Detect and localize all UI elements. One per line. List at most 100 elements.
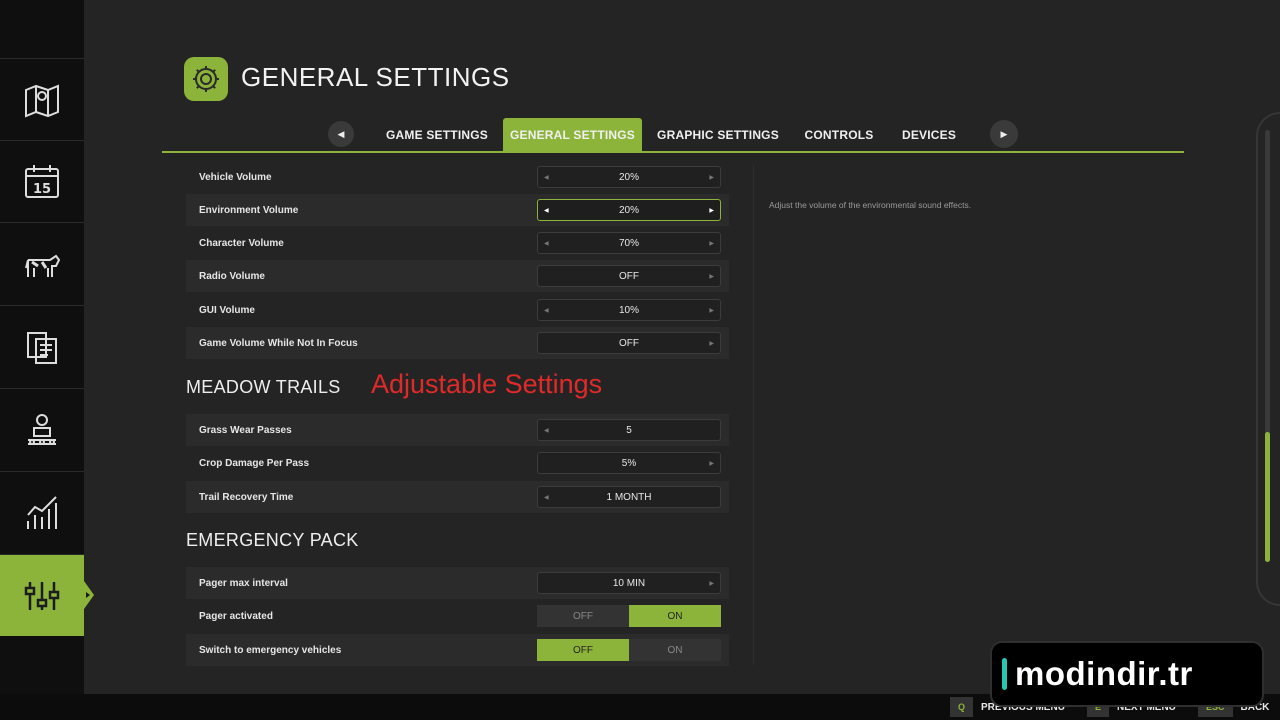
active-indicator	[86, 592, 90, 598]
environment-volume-selector[interactable]: ◀ 20% ▶	[537, 199, 721, 221]
setting-value: 1 MONTH	[606, 491, 652, 503]
watermark: modindir.tr	[990, 641, 1264, 707]
contracts-icon	[27, 331, 57, 364]
sidebar-item-production[interactable]	[0, 388, 84, 470]
section-title-emergency-pack: EMERGENCY PACK	[186, 530, 359, 550]
setting-label: Radio Volume	[199, 270, 265, 282]
statistics-icon	[27, 495, 57, 529]
setting-value: 20%	[618, 204, 639, 216]
setting-value: 70%	[618, 237, 639, 249]
setting-value: 5%	[621, 457, 637, 469]
page-title: GENERAL SETTINGS	[241, 62, 510, 92]
setting-value: 5	[626, 424, 632, 436]
toggle-off-option[interactable]: OFF	[537, 639, 629, 661]
cow-icon	[25, 254, 61, 277]
setting-row: Crop Damage Per Pass 5% ▶	[186, 447, 729, 479]
calendar-day: 15	[33, 182, 51, 197]
panel-divider	[753, 165, 754, 665]
sidebar-item-contracts[interactable]	[0, 305, 84, 387]
setting-row: Game Volume While Not In Focus OFF ▶	[186, 327, 729, 359]
vehicle-volume-selector[interactable]: ◀ 20% ▶	[537, 166, 721, 188]
setting-row: Pager activated OFF ON	[186, 600, 729, 632]
settings-icon	[24, 581, 60, 610]
tab-devices[interactable]: DEVICES	[894, 118, 964, 152]
setting-label: Crop Damage Per Pass	[199, 457, 310, 469]
setting-value: 10%	[618, 304, 639, 316]
character-volume-selector[interactable]: ◀ 70% ▶	[537, 232, 721, 254]
unfocused-volume-selector[interactable]: OFF ▶	[537, 332, 721, 354]
setting-value: 10 MIN	[612, 577, 646, 589]
setting-label: Grass Wear Passes	[199, 424, 292, 436]
setting-row: Vehicle Volume ◀ 20% ▶	[186, 161, 729, 193]
sidebar-item-statistics[interactable]	[0, 471, 84, 553]
setting-row: Pager max interval 10 MIN ▶	[186, 567, 729, 599]
tab-controls[interactable]: CONTROLS	[796, 118, 882, 152]
scrollbar-thumb[interactable]	[1265, 432, 1270, 562]
toggle-on-option[interactable]: ON	[629, 605, 721, 627]
arrow-left-icon[interactable]: ◀	[544, 240, 549, 247]
sidebar-item-map[interactable]	[0, 58, 84, 140]
key-q: Q	[950, 697, 974, 717]
arrow-left-icon[interactable]: ◀	[544, 427, 549, 434]
pager-interval-selector[interactable]: 10 MIN ▶	[537, 572, 721, 594]
annotation-text: Adjustable Settings	[371, 369, 603, 399]
setting-row: Radio Volume OFF ▶	[186, 260, 729, 292]
arrow-right-icon[interactable]: ▶	[709, 273, 714, 280]
watermark-text: modindir.tr	[1015, 655, 1193, 692]
calendar-icon: 15	[25, 164, 59, 198]
switch-vehicles-toggle[interactable]: OFF ON	[537, 639, 721, 661]
arrow-right-icon[interactable]: ▶	[709, 307, 714, 314]
trail-recovery-selector[interactable]: ◀ 1 MONTH	[537, 486, 721, 508]
setting-label: Environment Volume	[199, 204, 299, 216]
tab-game-settings[interactable]: GAME SETTINGS	[378, 118, 496, 152]
setting-description: Adjust the volume of the environmental s…	[769, 200, 972, 210]
tab-graphic-settings[interactable]: GRAPHIC SETTINGS	[652, 118, 784, 152]
gui-volume-selector[interactable]: ◀ 10% ▶	[537, 299, 721, 321]
toggle-off-option[interactable]: OFF	[537, 605, 629, 627]
setting-value: OFF	[619, 337, 639, 349]
watermark-bar	[1002, 658, 1007, 690]
setting-label: GUI Volume	[199, 304, 255, 316]
arrow-left-icon[interactable]: ◀	[544, 494, 549, 501]
production-icon	[28, 413, 56, 445]
sidebar: 15	[0, 0, 94, 694]
setting-row: Trail Recovery Time ◀ 1 MONTH	[186, 481, 729, 513]
title-gear-icon	[184, 57, 228, 101]
sidebar-item-calendar[interactable]: 15	[0, 140, 84, 222]
sidebar-item-settings[interactable]	[0, 554, 94, 636]
pager-activated-toggle[interactable]: OFF ON	[537, 605, 721, 627]
grass-wear-selector[interactable]: ◀ 5	[537, 419, 721, 441]
arrow-right-icon[interactable]: ▶	[709, 580, 714, 587]
setting-label: Trail Recovery Time	[199, 491, 294, 503]
setting-label: Switch to emergency vehicles	[199, 644, 342, 656]
setting-row: Grass Wear Passes ◀ 5	[186, 414, 729, 446]
arrow-left-icon[interactable]: ◀	[544, 307, 549, 314]
tab-underline	[162, 151, 1184, 153]
setting-value: OFF	[619, 270, 639, 282]
setting-label: Pager activated	[199, 610, 273, 622]
map-icon	[25, 84, 59, 117]
setting-row: Character Volume ◀ 70% ▶	[186, 227, 729, 259]
tab-prev-button[interactable]: ◀	[328, 121, 354, 147]
crop-damage-selector[interactable]: 5% ▶	[537, 452, 721, 474]
setting-value: 20%	[618, 171, 639, 183]
tab-general-settings[interactable]: GENERAL SETTINGS	[503, 118, 642, 152]
arrow-left-icon[interactable]: ◀	[544, 207, 549, 214]
toggle-on-option[interactable]: ON	[629, 639, 721, 661]
arrow-right-icon[interactable]: ▶	[709, 174, 714, 181]
setting-label: Game Volume While Not In Focus	[199, 337, 358, 349]
setting-label: Vehicle Volume	[199, 171, 272, 183]
tab-next-button[interactable]: ▶	[990, 120, 1018, 148]
setting-label: Character Volume	[199, 237, 284, 249]
setting-row: GUI Volume ◀ 10% ▶	[186, 294, 729, 326]
setting-row: Switch to emergency vehicles OFF ON	[186, 634, 729, 666]
sidebar-item-animals[interactable]	[0, 222, 84, 304]
arrow-right-icon[interactable]: ▶	[709, 207, 714, 214]
setting-row: Environment Volume ◀ 20% ▶	[186, 194, 729, 226]
section-title-meadow-trails: MEADOW TRAILS	[186, 377, 341, 397]
arrow-right-icon[interactable]: ▶	[709, 460, 714, 467]
arrow-left-icon[interactable]: ◀	[544, 174, 549, 181]
arrow-right-icon[interactable]: ▶	[709, 240, 714, 247]
arrow-right-icon[interactable]: ▶	[709, 340, 714, 347]
radio-volume-selector[interactable]: OFF ▶	[537, 265, 721, 287]
